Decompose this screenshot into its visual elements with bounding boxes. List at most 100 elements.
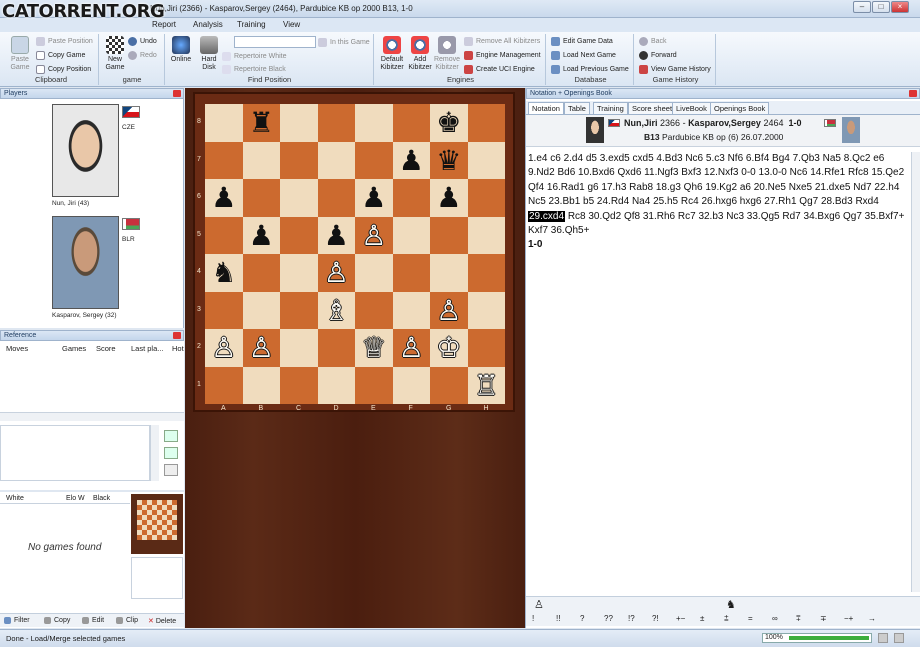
annotation-symbol-button[interactable]: ?? xyxy=(604,614,628,623)
hard-disk-button[interactable]: Hard Disk xyxy=(196,36,222,72)
load-next-game-button[interactable]: Load Next Game xyxy=(551,51,616,60)
edit-button[interactable]: Edit xyxy=(82,617,104,624)
tab-notation[interactable]: Notation xyxy=(528,102,564,114)
in-this-game-button[interactable]: In this Game xyxy=(318,38,370,47)
current-move[interactable]: 29.cxd4 xyxy=(528,210,566,222)
col-hot[interactable]: Hot xyxy=(172,344,184,353)
forward-button[interactable]: Forward xyxy=(639,51,677,60)
zoom-out-icon[interactable] xyxy=(878,633,888,643)
thumbnail-info-area xyxy=(131,557,183,599)
final-result: 1-0 xyxy=(528,239,543,251)
annotation-symbol-button[interactable]: ? xyxy=(580,614,604,623)
annotation-symbol-button[interactable]: = xyxy=(748,614,772,623)
zoom-in-icon[interactable] xyxy=(164,430,178,442)
board-thumbnail[interactable] xyxy=(131,494,183,554)
maximize-button[interactable]: □ xyxy=(872,1,890,13)
tab-livebook[interactable]: LiveBook xyxy=(672,102,711,114)
annotation-symbol-button[interactable]: ⩲ xyxy=(724,614,748,624)
col-moves[interactable]: Moves xyxy=(6,344,28,353)
close-button[interactable]: × xyxy=(891,1,909,13)
reference-horizontal-scrollbar[interactable] xyxy=(0,412,184,421)
delete-button[interactable]: ✕ Delete xyxy=(148,617,176,626)
annotation-symbol-button[interactable]: !! xyxy=(556,614,580,623)
file-label: G xyxy=(446,405,452,412)
minimize-button[interactable]: – xyxy=(853,1,871,13)
edit-game-data-button[interactable]: Edit Game Data xyxy=(551,37,613,46)
tab-table[interactable]: Table xyxy=(564,102,590,114)
menu-training[interactable]: Training xyxy=(237,20,266,29)
annotation-symbol-button[interactable]: !? xyxy=(628,614,652,623)
copy-game-button[interactable]: Copy Game xyxy=(36,51,85,60)
menu-analysis[interactable]: Analysis xyxy=(193,20,223,29)
col-black[interactable]: Black xyxy=(93,495,110,502)
annotation-symbol-button[interactable]: ?! xyxy=(652,614,676,623)
close-panel-icon[interactable] xyxy=(173,332,181,339)
engine-management-button[interactable]: Engine Management xyxy=(464,51,541,60)
clip-button[interactable]: Clip xyxy=(116,617,138,624)
annotation-symbol-button[interactable]: ± xyxy=(700,614,724,623)
filter-button[interactable]: Filter xyxy=(4,617,30,624)
position-search-dropdown[interactable] xyxy=(234,36,316,48)
annotation-symbol-button[interactable]: ∞ xyxy=(772,614,796,623)
chessboard[interactable]: ♜ ♚ ♟ ♛ ♟ ♟ ♟ ♟ ♟ ♙ ♞ ♙ ♗ ♙ ♙ ♙ ♕ ♙ ♔ ♖ ABCDEFGH87654321 xyxy=(193,92,515,412)
copy-position-button[interactable]: Copy Position xyxy=(36,65,91,74)
remove-kibitzer-button[interactable]: Remove Kibitzer xyxy=(433,36,461,72)
game-group-label: game xyxy=(122,75,142,84)
moves-before-current[interactable]: 1.e4 c6 2.d4 d5 3.exd5 cxd5 4.Bd3 Nc6 5.… xyxy=(528,153,904,207)
close-panel-icon[interactable] xyxy=(909,90,917,97)
online-button[interactable]: Online xyxy=(168,36,194,64)
tab-score-sheet[interactable]: Score sheet xyxy=(628,102,677,114)
engine-management-label: Engine Management xyxy=(476,52,541,59)
col-elo-w[interactable]: Elo W xyxy=(66,495,85,502)
menu-view[interactable]: View xyxy=(283,20,300,29)
reference-vertical-scrollbar[interactable] xyxy=(150,425,159,481)
undo-button[interactable]: Undo xyxy=(128,37,157,46)
annotation-symbol-button[interactable]: → xyxy=(868,614,892,623)
move-list[interactable]: 1.e4 c6 2.d4 d5 3.exd5 cxd5 4.Bd3 Nc6 5.… xyxy=(528,152,906,253)
col-last-played[interactable]: Last pla... xyxy=(131,344,164,353)
header-eco: B13 xyxy=(644,132,660,142)
annotation-symbol-button[interactable]: ! xyxy=(532,614,556,623)
paste-game-label: Paste Game xyxy=(10,56,30,71)
black-player-games: (32) xyxy=(105,312,117,319)
tab-training[interactable]: Training xyxy=(593,102,628,114)
white-player-name: Nun, Jiri xyxy=(52,200,76,207)
tab-openings-book[interactable]: Openings Book xyxy=(710,102,770,114)
close-panel-icon[interactable] xyxy=(173,90,181,97)
load-previous-game-button[interactable]: Load Previous Game xyxy=(551,65,629,74)
add-kibitzer-button[interactable]: Add Kibitzer xyxy=(406,36,434,72)
hard-disk-icon xyxy=(200,36,218,54)
more-options-icon[interactable] xyxy=(164,464,178,476)
repertoire-white-button[interactable]: Repertoire White xyxy=(222,52,287,61)
repertoire-black-button[interactable]: Repertoire Black xyxy=(222,65,286,74)
annotation-symbol-button[interactable]: −+ xyxy=(844,614,868,623)
new-game-button[interactable]: New Game xyxy=(102,36,128,72)
paste-game-button[interactable]: Paste Game xyxy=(6,36,34,72)
back-button[interactable]: Back xyxy=(639,37,667,46)
database-group-label: Database xyxy=(574,75,607,84)
zoom-out-icon[interactable] xyxy=(164,447,178,459)
game-history-group-label: Game History xyxy=(652,75,699,84)
annotation-symbol-button[interactable]: +− xyxy=(676,614,700,623)
annotation-symbol-button[interactable]: ∓ xyxy=(820,614,844,623)
moves-after-current[interactable]: Rc8 30.Qd2 Qf8 31.Rh6 Rc7 32.b3 Nc3 33.Q… xyxy=(528,211,904,236)
annotation-symbol-button[interactable]: ⩱ xyxy=(796,614,820,624)
create-uci-engine-button[interactable]: Create UCI Engine xyxy=(464,65,535,74)
col-score[interactable]: Score xyxy=(96,344,116,353)
view-game-history-button[interactable]: View Game History xyxy=(639,65,711,74)
rank-label: 6 xyxy=(197,193,201,200)
col-white[interactable]: White xyxy=(6,495,24,502)
zoom-in-icon[interactable] xyxy=(894,633,904,643)
copy-icon xyxy=(36,51,45,60)
file-label: E xyxy=(371,405,376,412)
remove-all-kibitzers-button[interactable]: Remove All Kibitzers xyxy=(464,37,540,46)
copy-label: Copy xyxy=(54,617,71,624)
paste-position-button[interactable]: Paste Position xyxy=(36,37,93,46)
notation-vertical-scrollbar[interactable] xyxy=(911,152,920,592)
rank-label: 1 xyxy=(197,380,201,388)
copy-button[interactable]: Copy xyxy=(44,617,70,624)
redo-button[interactable]: Redo xyxy=(128,51,157,60)
default-kibitzer-button[interactable]: Default Kibitzer xyxy=(378,36,406,72)
col-games[interactable]: Games xyxy=(62,344,86,353)
rank-label: 2 xyxy=(197,343,201,350)
